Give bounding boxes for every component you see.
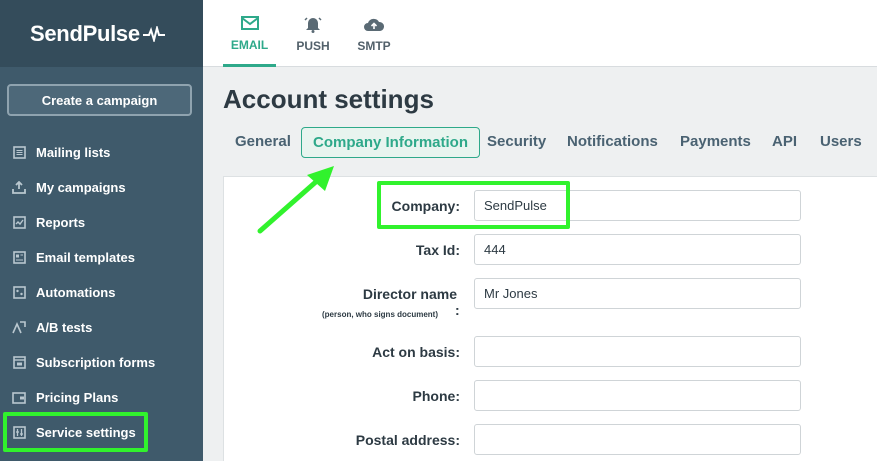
sidebar-item-reports[interactable]: Reports [0, 205, 203, 240]
sidebar-item-label: Subscription forms [36, 355, 156, 370]
reports-icon [12, 216, 26, 230]
tax-id-input[interactable] [474, 234, 801, 265]
director-name-colon: : [455, 302, 460, 318]
sidebar-item-label: My campaigns [36, 180, 126, 195]
ab-tests-icon [12, 321, 26, 335]
director-name-sublabel: (person, who signs document) [322, 310, 439, 319]
mailing-lists-icon [12, 146, 26, 160]
tab-notifications[interactable]: Notifications [567, 127, 658, 158]
tax-id-label: Tax Id: [415, 242, 460, 258]
phone-label: Phone: [412, 388, 460, 404]
pulse-icon [142, 25, 165, 42]
wallet-icon [12, 391, 26, 405]
annotation-arrow-icon [257, 166, 334, 234]
logo-area: SendPulse [0, 0, 203, 67]
create-campaign-button[interactable]: Create a campaign [7, 84, 192, 116]
tab-smtp[interactable]: SMTP [353, 0, 395, 67]
tab-label: EMAIL [230, 37, 269, 52]
sidebar-item-subscription-forms[interactable]: Subscription forms [0, 345, 203, 380]
sidebar-item-label: Automations [36, 285, 116, 300]
tab-email[interactable]: EMAIL [223, 0, 276, 67]
forms-icon [12, 356, 26, 370]
sidebar-item-label: A/B tests [36, 320, 93, 335]
sidebar-item-pricing-plans[interactable]: Pricing Plans [0, 380, 203, 415]
sidebar-item-mailing-lists[interactable]: Mailing lists [0, 135, 203, 170]
sidebar-nav: Mailing lists My campaigns Reports Email… [0, 135, 203, 450]
sidebar-item-automations[interactable]: Automations [0, 275, 203, 310]
postal-address-input[interactable] [474, 424, 801, 455]
envelope-icon [240, 13, 259, 33]
top-nav: EMAIL PUSH SMTP [203, 0, 877, 67]
tab-api[interactable]: API [772, 127, 797, 158]
tab-users[interactable]: Users [820, 127, 862, 158]
logo-text: SendPulse [30, 20, 140, 46]
sidebar-item-ab-tests[interactable]: A/B tests [0, 310, 203, 345]
bell-icon [304, 14, 322, 34]
postal-address-label: Postal address: [355, 432, 460, 448]
tab-general[interactable]: General [235, 127, 291, 158]
tab-security[interactable]: Security [487, 127, 546, 158]
director-name-label: Director name [362, 286, 457, 302]
act-on-basis-input[interactable] [474, 336, 801, 367]
tab-label: PUSH [296, 39, 330, 53]
tab-payments[interactable]: Payments [680, 127, 751, 158]
page-title: Account settings [223, 84, 434, 114]
sidebar-item-label: Pricing Plans [36, 390, 119, 405]
tab-label: SMTP [357, 39, 391, 53]
automations-icon [12, 286, 26, 300]
phone-input[interactable] [474, 380, 801, 411]
sidebar-item-my-campaigns[interactable]: My campaigns [0, 170, 203, 205]
service-settings-highlight [3, 412, 148, 452]
templates-icon [12, 251, 26, 265]
sidebar-item-label: Mailing lists [36, 145, 111, 160]
sidebar-item-email-templates[interactable]: Email templates [0, 240, 203, 275]
director-name-input[interactable] [474, 278, 801, 309]
tab-company-information[interactable]: Company Information [301, 127, 481, 158]
logo[interactable]: SendPulse [30, 21, 165, 47]
sidebar-item-label: Reports [36, 215, 86, 230]
sidebar-item-label: Email templates [36, 250, 135, 265]
campaigns-icon [12, 181, 26, 195]
company-field-highlight [377, 181, 570, 229]
tab-push[interactable]: PUSH [293, 0, 333, 67]
sidebar: SendPulse Create a campaign Mailing list… [0, 0, 203, 461]
act-on-basis-label: Act on basis: [372, 344, 460, 360]
cloud-upload-icon [363, 14, 385, 34]
